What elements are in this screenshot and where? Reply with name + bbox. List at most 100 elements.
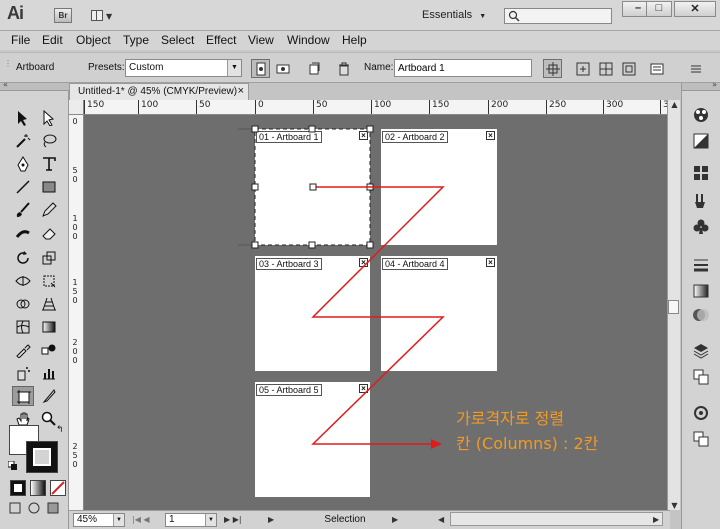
symbols-panel-button[interactable]	[690, 217, 712, 237]
artboard-navigation-field[interactable]: 1 ▼	[165, 513, 217, 527]
bridge-button[interactable]: Br	[54, 8, 72, 23]
status-menu-button[interactable]: ▶	[268, 513, 280, 527]
gradient-tool[interactable]	[38, 317, 60, 337]
free-transform-tool[interactable]	[38, 271, 60, 291]
eraser-tool[interactable]	[38, 223, 60, 243]
direct-selection-tool[interactable]	[38, 108, 60, 128]
line-segment-tool[interactable]	[12, 177, 34, 197]
color-guide-button[interactable]	[690, 131, 712, 151]
first-previous-artboard-buttons[interactable]: |◀ ◀	[132, 513, 162, 527]
close-icon[interactable]: ×	[359, 258, 368, 267]
menu-edit[interactable]: Edit	[42, 33, 63, 47]
blend-tool[interactable]	[38, 340, 60, 360]
shape-builder-tool[interactable]	[12, 294, 34, 314]
menu-help[interactable]: Help	[342, 33, 367, 47]
blob-brush-tool[interactable]	[12, 223, 34, 243]
panel-grip-icon[interactable]: ⋮	[4, 59, 12, 68]
document-tab[interactable]: Untitled-1* @ 45% (CMYK/Preview) ×	[69, 83, 249, 100]
stroke-swatch[interactable]	[26, 441, 58, 473]
lasso-tool[interactable]	[38, 131, 60, 151]
perspective-grid-tool[interactable]	[38, 294, 60, 314]
scale-tool[interactable]	[38, 248, 60, 268]
paintbrush-tool[interactable]	[12, 200, 34, 220]
drawing-modes[interactable]	[8, 501, 64, 515]
symbol-sprayer-tool[interactable]	[12, 363, 34, 383]
gradient-mode-button[interactable]	[30, 480, 46, 496]
close-icon[interactable]: ×	[486, 258, 495, 267]
artboard-1[interactable]: 01 - Artboard 1 ×	[255, 129, 370, 245]
default-fill-stroke-icon[interactable]	[7, 460, 18, 471]
appearance-panel-button[interactable]	[690, 341, 712, 361]
portrait-button[interactable]	[251, 59, 270, 78]
artboard-2[interactable]: 02 - Artboard 2 ×	[381, 129, 497, 245]
horizontal-scrollbar[interactable]	[450, 512, 663, 526]
close-icon[interactable]: ×	[238, 84, 244, 99]
layers-panel-button[interactable]	[690, 403, 712, 423]
move-copy-artwork-button[interactable]	[543, 59, 562, 78]
swap-fill-stroke-icon[interactable]: ↰	[56, 425, 66, 435]
rotate-tool[interactable]	[12, 248, 34, 268]
delete-artboard-button[interactable]	[334, 59, 353, 78]
slice-tool[interactable]	[38, 386, 60, 406]
menu-effect[interactable]: Effect	[206, 33, 236, 47]
dock-header[interactable]: »	[682, 80, 720, 91]
brushes-panel-button[interactable]	[690, 191, 712, 211]
landscape-button[interactable]	[273, 59, 292, 78]
magic-wand-tool[interactable]	[12, 131, 34, 151]
artboard-options-button[interactable]	[647, 59, 666, 78]
menu-window[interactable]: Window	[287, 33, 330, 47]
type-tool[interactable]	[38, 154, 60, 174]
eyedropper-tool[interactable]	[12, 340, 34, 360]
zoom-level-field[interactable]: 45% ▼	[73, 513, 125, 527]
color-panel-button[interactable]	[690, 105, 712, 125]
color-mode-button[interactable]	[10, 480, 26, 496]
close-icon[interactable]: ×	[486, 131, 495, 140]
horizontal-ruler[interactable]: 150 100 50 0 50 100 150 200 250 300 350	[84, 100, 680, 115]
tools-panel-header[interactable]: «	[0, 80, 69, 91]
close-button[interactable]: ✕	[674, 1, 716, 17]
stroke-panel-button[interactable]	[690, 255, 712, 275]
presets-select[interactable]: Custom ▼	[125, 59, 242, 77]
pencil-tool[interactable]	[38, 200, 60, 220]
menu-select[interactable]: Select	[161, 33, 194, 47]
artboard-4[interactable]: 04 - Artboard 4 ×	[381, 256, 497, 371]
transparency-panel-button[interactable]	[690, 305, 712, 325]
vertical-scroll-thumb[interactable]	[668, 300, 679, 314]
scroll-up-icon[interactable]: ▲	[668, 100, 681, 109]
gradient-panel-button[interactable]	[690, 281, 712, 301]
mesh-tool[interactable]	[12, 317, 34, 337]
menu-file[interactable]: File	[11, 33, 30, 47]
arrange-documents-button[interactable]: ▼	[89, 8, 115, 23]
status-arrow-icon[interactable]: ▶	[392, 513, 404, 527]
show-cross-hairs-button[interactable]	[596, 59, 615, 78]
menu-object[interactable]: Object	[76, 33, 111, 47]
close-icon[interactable]: ×	[359, 384, 368, 393]
search-input[interactable]	[504, 8, 612, 24]
maximize-button[interactable]: □	[646, 1, 672, 17]
show-center-mark-button[interactable]	[573, 59, 592, 78]
none-mode-button[interactable]	[50, 480, 66, 496]
selection-tool[interactable]	[12, 108, 34, 128]
graphic-styles-panel-button[interactable]	[690, 367, 712, 387]
artboards-panel-button[interactable]	[690, 429, 712, 449]
column-graph-tool[interactable]	[38, 363, 60, 383]
menu-view[interactable]: View	[248, 33, 274, 47]
artboard-5[interactable]: 05 - Artboard 5 ×	[255, 382, 370, 497]
menu-type[interactable]: Type	[123, 33, 149, 47]
scroll-left-icon[interactable]: ◀	[438, 513, 450, 527]
workspace-switcher[interactable]: Essentials ▼	[412, 7, 492, 24]
control-panel-menu-button[interactable]	[686, 59, 705, 78]
scroll-down-icon[interactable]: ▼	[668, 501, 681, 510]
close-icon[interactable]: ×	[359, 131, 368, 140]
artboard-tool[interactable]	[12, 386, 34, 406]
ruler-origin[interactable]	[69, 100, 84, 115]
scroll-right-icon[interactable]: ▶	[653, 513, 665, 527]
artboard-name-field[interactable]	[394, 59, 532, 77]
vertical-ruler[interactable]: 0 50 100 150 200 250	[69, 100, 84, 510]
video-safe-areas-button[interactable]	[619, 59, 638, 78]
rectangle-tool[interactable]	[38, 177, 60, 197]
width-tool[interactable]	[12, 271, 34, 291]
new-artboard-button[interactable]	[304, 59, 323, 78]
swatches-panel-button[interactable]	[690, 163, 712, 183]
pen-tool[interactable]	[12, 154, 34, 174]
